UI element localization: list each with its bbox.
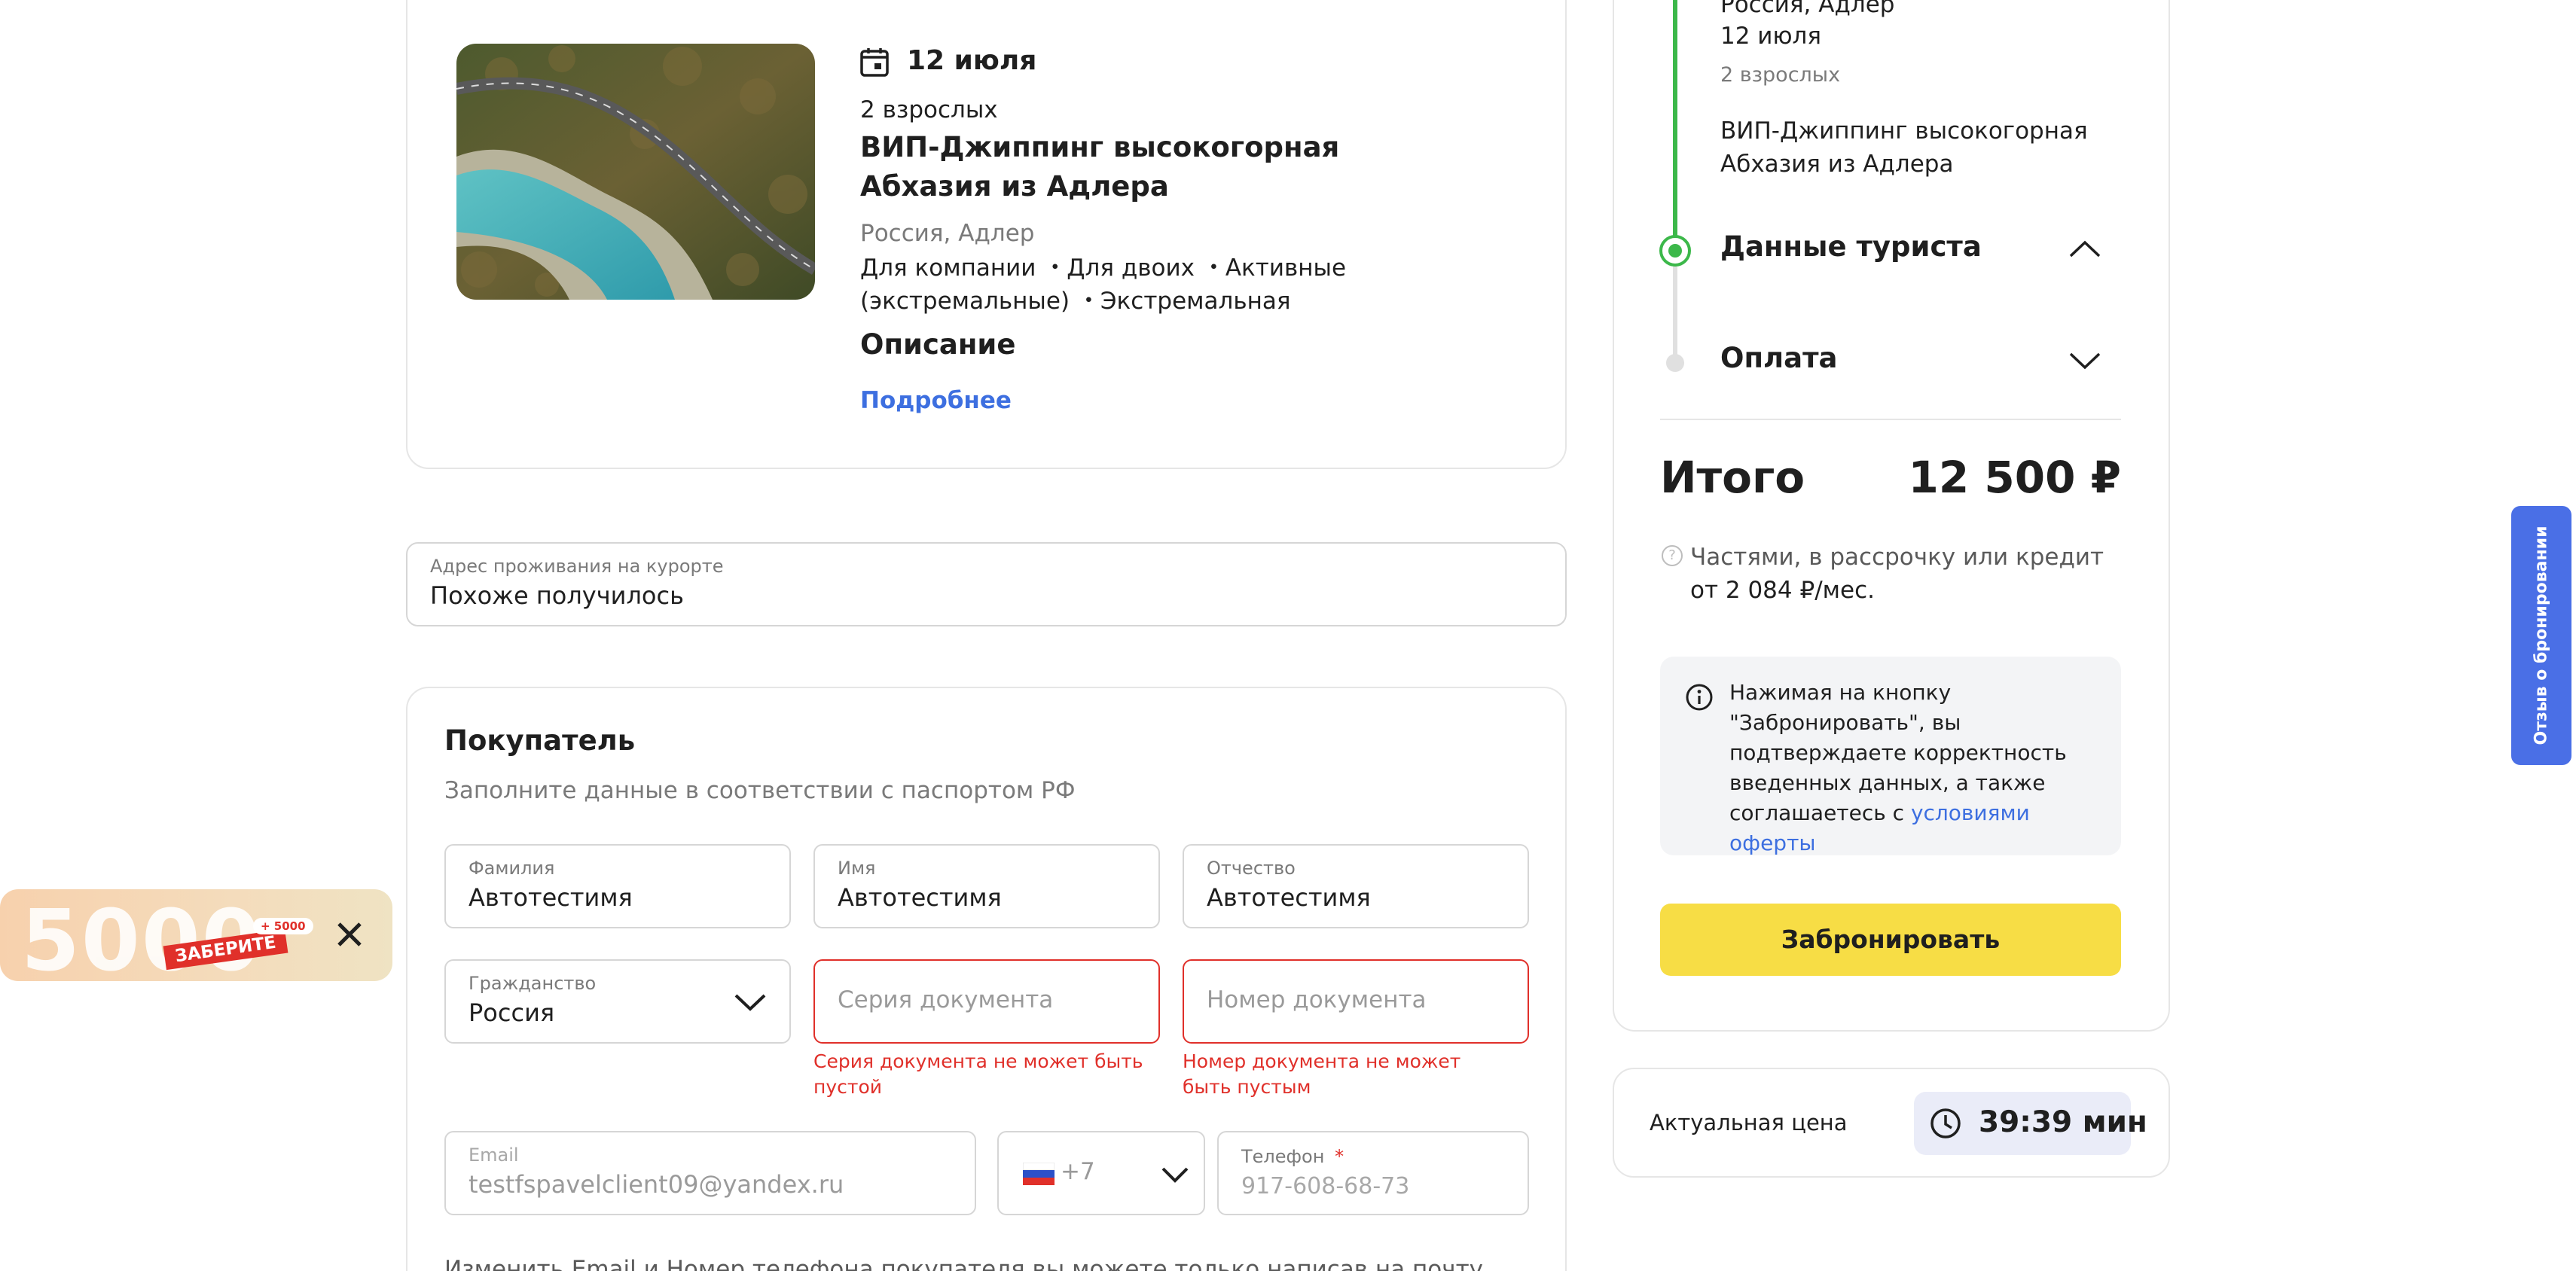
progress-line-pending xyxy=(1673,264,1677,360)
first-name-field[interactable]: Имя Автотестимя xyxy=(813,844,1160,928)
last-name-field[interactable]: Фамилия Автотестимя xyxy=(444,844,791,928)
info-icon xyxy=(1686,684,1713,711)
calendar-icon xyxy=(860,48,889,77)
summary-date: 12 июля xyxy=(1720,23,1822,50)
chevron-down-icon xyxy=(1161,1167,1189,1183)
tour-title: ВИП-Джиппинг высокогорная Абхазия из Адл… xyxy=(860,131,1340,203)
email-value: testfspavelclient09@yandex.ru xyxy=(469,1170,844,1199)
credit-line-1: Частями, в рассрочку или кредит xyxy=(1690,544,2104,571)
doc-number-error: Номер документа не может быть пустым xyxy=(1183,1050,1461,1098)
middle-name-label: Отчество xyxy=(1207,858,1296,879)
step-payment[interactable]: Оплата xyxy=(1720,342,1838,374)
phone-label-text: Телефон xyxy=(1241,1146,1325,1167)
promo-banner[interactable]: 5000 ЗАБЕРИТЕ + 5000 xyxy=(0,889,392,981)
address-field-value: Похоже получилось xyxy=(430,581,684,610)
offer-info-text: Нажимая на кнопку "Забронировать", вы по… xyxy=(1729,678,2106,858)
clock-icon xyxy=(1930,1108,1961,1138)
feedback-tab-label: Отзыв о бронировании xyxy=(2532,526,2551,745)
feedback-tab[interactable]: Отзыв о бронировании xyxy=(2511,506,2571,765)
summary-divider xyxy=(1660,419,2121,420)
description-heading: Описание xyxy=(860,328,1016,361)
chevron-down-icon[interactable] xyxy=(2068,351,2101,370)
last-name-value: Автотестимя xyxy=(469,883,633,912)
summary-adults: 2 взрослых xyxy=(1720,63,1841,87)
tour-photo-image xyxy=(456,44,815,300)
chevron-down-icon xyxy=(734,994,766,1011)
tour-photo xyxy=(456,44,815,300)
phone-code-select[interactable]: +7 xyxy=(997,1131,1205,1215)
summary-title: ВИП-Джиппинг высокогорная Абхазия из Адл… xyxy=(1720,117,2088,178)
buyer-subtitle: Заполните данные в соответствии с паспор… xyxy=(444,777,1076,804)
question-icon[interactable]: ? xyxy=(1662,545,1683,566)
doc-number-placeholder: Номер документа xyxy=(1207,986,1427,1013)
citizenship-select[interactable]: Гражданство Россия xyxy=(444,959,791,1044)
doc-number-field[interactable]: Номер документа xyxy=(1183,959,1529,1044)
citizenship-value: Россия xyxy=(469,998,555,1027)
step-tourist-data[interactable]: Данные туриста xyxy=(1720,230,1982,263)
citizenship-label: Гражданство xyxy=(469,973,597,994)
middle-name-value: Автотестимя xyxy=(1207,883,1371,912)
more-link[interactable]: Подробнее xyxy=(860,387,1012,414)
phone-label: Телефон * xyxy=(1241,1146,1344,1167)
tour-place: Россия, Адлер xyxy=(860,220,1035,247)
step-dot-active xyxy=(1659,235,1691,267)
last-name-label: Фамилия xyxy=(469,858,555,879)
credit-line-2: от 2 084 ₽/мес. xyxy=(1690,577,1876,604)
summary-place: Россия, Адлер xyxy=(1720,0,1895,18)
timer-value: 39:39 мин xyxy=(1979,1105,2147,1139)
email-label: Email xyxy=(469,1145,519,1166)
russia-flag-icon xyxy=(1023,1163,1055,1185)
doc-series-error: Серия документа не может быть пустой xyxy=(813,1050,1143,1098)
step-dot-pending xyxy=(1666,354,1684,372)
close-icon[interactable] xyxy=(333,918,366,951)
total-value: 12 500 ₽ xyxy=(1908,452,2121,503)
doc-series-placeholder: Серия документа xyxy=(838,986,1054,1013)
email-field[interactable]: Email testfspavelclient09@yandex.ru xyxy=(444,1131,976,1215)
address-field[interactable]: Адрес проживания на курорте Похоже получ… xyxy=(406,542,1567,626)
promo-pill: + 5000 xyxy=(253,918,313,934)
middle-name-field[interactable]: Отчество Автотестимя xyxy=(1183,844,1529,928)
address-field-label: Адрес проживания на курорте xyxy=(430,556,724,577)
total-label: Итого xyxy=(1660,452,1805,503)
book-button[interactable]: Забронировать xyxy=(1660,904,2121,976)
credit-info: Частями, в рассрочку или кредит от 2 084… xyxy=(1690,541,2104,607)
progress-line-done xyxy=(1673,0,1677,242)
price-label: Актуальная цена xyxy=(1650,1110,1848,1135)
chevron-up-icon[interactable] xyxy=(2068,239,2101,259)
first-name-label: Имя xyxy=(838,858,876,879)
tour-adults: 2 взрослых xyxy=(860,96,998,123)
phone-required-mark: * xyxy=(1335,1146,1344,1167)
tour-date: 12 июля xyxy=(907,45,1037,76)
phone-field[interactable]: Телефон * 917-608-68-73 xyxy=(1217,1131,1529,1215)
buyer-heading: Покупатель xyxy=(444,724,636,757)
first-name-value: Автотестимя xyxy=(838,883,1002,912)
phone-code-value: +7 xyxy=(1061,1158,1095,1185)
buyer-note: Изменить Email и Номер телефона покупате… xyxy=(444,1256,1483,1271)
phone-placeholder: 917-608-68-73 xyxy=(1241,1173,1410,1199)
doc-series-field[interactable]: Серия документа xyxy=(813,959,1160,1044)
tour-tags: Для компании ・Для двоих ・Активные (экстр… xyxy=(860,255,1347,315)
